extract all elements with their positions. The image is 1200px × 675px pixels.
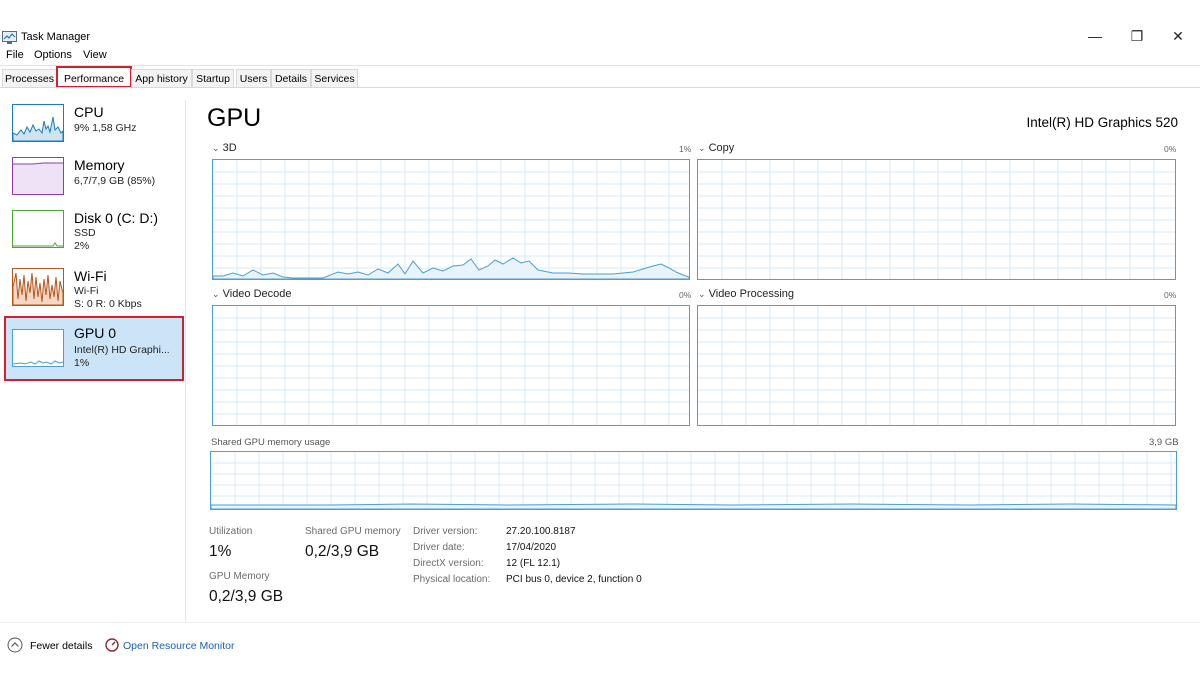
fewer-details-link[interactable]: Fewer details bbox=[30, 640, 92, 652]
directx-version-label: DirectX version: bbox=[413, 558, 484, 569]
menu-file[interactable]: File bbox=[6, 49, 24, 61]
disk-thumbnail bbox=[12, 210, 64, 248]
directx-version-value: 12 (FL 12.1) bbox=[506, 558, 561, 569]
page-title: GPU bbox=[207, 104, 262, 132]
sidebar-divider bbox=[185, 100, 186, 622]
chevron-down-icon: ⌄ bbox=[212, 289, 220, 299]
tab-app-history[interactable]: App history bbox=[131, 69, 192, 87]
utilization-label: Utilization bbox=[209, 526, 253, 537]
tab-services[interactable]: Services bbox=[311, 69, 358, 87]
shared-gpu-memory-label: Shared GPU memory bbox=[305, 526, 401, 537]
engine-3d-graph-svg bbox=[212, 160, 690, 280]
engine-copy-percent: 0% bbox=[1164, 144, 1177, 154]
footer-divider bbox=[0, 622, 1200, 623]
sidebar-item-gpu[interactable]: GPU 0 Intel(R) HD Graphi... 1% bbox=[4, 316, 184, 381]
physical-location-value: PCI bus 0, device 2, function 0 bbox=[506, 574, 642, 585]
sidebar-disk-type: SSD bbox=[74, 227, 96, 239]
tab-startup[interactable]: Startup bbox=[192, 69, 234, 87]
chevron-down-icon: ⌄ bbox=[212, 143, 220, 153]
task-manager-icon bbox=[2, 31, 17, 44]
open-resource-monitor-link[interactable]: Open Resource Monitor bbox=[123, 640, 234, 652]
sidebar-memory-title: Memory bbox=[74, 157, 125, 173]
sidebar-wifi-adapter: Wi-Fi bbox=[74, 285, 99, 297]
fewer-details-icon[interactable] bbox=[7, 637, 23, 658]
engine-3d-graph bbox=[212, 159, 690, 280]
sidebar-disk-title: Disk 0 (C: D:) bbox=[74, 210, 158, 226]
driver-version-label: Driver version: bbox=[413, 526, 478, 537]
tab-users[interactable]: Users bbox=[236, 69, 271, 87]
engine-video-decode-percent: 0% bbox=[679, 290, 692, 300]
shared-memory-graph-label: Shared GPU memory usage bbox=[211, 437, 331, 448]
sidebar-memory-detail: 6,7/7,9 GB (85%) bbox=[74, 175, 156, 187]
engine-video-decode-graph bbox=[212, 305, 690, 426]
close-icon: ✕ bbox=[1172, 27, 1184, 44]
shared-gpu-memory-value: 0,2/3,9 GB bbox=[305, 543, 380, 560]
shared-memory-graph-max: 3,9 GB bbox=[1149, 437, 1179, 448]
engine-3d-label: 3D bbox=[222, 142, 237, 154]
memory-thumbnail bbox=[12, 157, 64, 195]
engine-copy-graph bbox=[697, 159, 1176, 280]
engine-video-processing-graph-svg bbox=[698, 306, 1175, 425]
gpu-model-name: Intel(R) HD Graphics 520 bbox=[1026, 115, 1178, 130]
minimize-button[interactable]: — bbox=[1080, 27, 1110, 45]
window-title: Task Manager bbox=[21, 31, 91, 43]
driver-date-value: 17/04/2020 bbox=[506, 542, 557, 553]
utilization-value: 1% bbox=[209, 543, 232, 560]
sidebar-item-disk[interactable]: Disk 0 (C: D:) SSD 2% bbox=[4, 206, 184, 268]
engine-copy-label: Copy bbox=[708, 142, 735, 154]
sidebar-gpu-usage: 1% bbox=[74, 357, 90, 369]
engine-copy-graph-svg bbox=[698, 160, 1175, 279]
engine-video-processing-graph bbox=[697, 305, 1176, 426]
engine-copy-selector[interactable]: ⌄ Copy bbox=[698, 142, 734, 154]
engine-3d-percent: 1% bbox=[679, 144, 692, 154]
sidebar-wifi-title: Wi-Fi bbox=[74, 268, 107, 284]
title-bar bbox=[0, 24, 1200, 48]
gpu-memory-label: GPU Memory bbox=[209, 571, 270, 582]
sidebar-disk-usage: 2% bbox=[74, 240, 90, 252]
tab-processes[interactable]: Processes bbox=[2, 69, 57, 87]
gpu-thumbnail bbox=[12, 329, 64, 367]
engine-video-processing-label: Video Processing bbox=[708, 288, 795, 300]
driver-date-label: Driver date: bbox=[413, 542, 465, 553]
engine-video-processing-selector[interactable]: ⌄ Video Processing bbox=[698, 288, 794, 300]
sidebar-cpu-detail: 9% 1,58 GHz bbox=[74, 122, 137, 134]
tab-divider bbox=[0, 87, 1200, 88]
sidebar-gpu-title: GPU 0 bbox=[74, 325, 117, 341]
tab-details[interactable]: Details bbox=[271, 69, 311, 87]
shared-memory-graph-svg bbox=[210, 452, 1177, 510]
sidebar-gpu-model: Intel(R) HD Graphi... bbox=[74, 344, 170, 356]
restore-icon: ❐ bbox=[1130, 27, 1144, 44]
gpu-memory-value: 0,2/3,9 GB bbox=[209, 588, 284, 605]
wifi-thumbnail bbox=[12, 268, 64, 306]
resource-monitor-icon bbox=[105, 638, 119, 657]
engine-video-processing-percent: 0% bbox=[1164, 290, 1177, 300]
cpu-thumbnail bbox=[12, 104, 64, 142]
engine-video-decode-graph-svg bbox=[213, 306, 689, 425]
engine-video-decode-label: Video Decode bbox=[222, 288, 292, 300]
driver-version-value: 27.20.100.8187 bbox=[506, 526, 576, 537]
engine-video-decode-selector[interactable]: ⌄ Video Decode bbox=[212, 288, 292, 300]
close-button[interactable]: ✕ bbox=[1163, 27, 1193, 45]
menu-view[interactable]: View bbox=[83, 49, 107, 61]
tab-performance[interactable]: Performance bbox=[56, 66, 132, 88]
physical-location-label: Physical location: bbox=[413, 574, 491, 585]
shared-memory-graph bbox=[210, 451, 1177, 510]
sidebar-wifi-throughput: S: 0 R: 0 Kbps bbox=[74, 298, 142, 310]
menu-divider bbox=[0, 65, 1200, 66]
menu-options[interactable]: Options bbox=[34, 49, 72, 61]
restore-button[interactable]: ❐ bbox=[1122, 27, 1152, 45]
engine-3d-selector[interactable]: ⌄ 3D bbox=[212, 142, 237, 154]
sidebar-cpu-title: CPU bbox=[74, 104, 104, 120]
chevron-down-icon: ⌄ bbox=[698, 143, 706, 153]
minimize-icon: — bbox=[1088, 28, 1102, 44]
chevron-down-icon: ⌄ bbox=[698, 289, 706, 299]
